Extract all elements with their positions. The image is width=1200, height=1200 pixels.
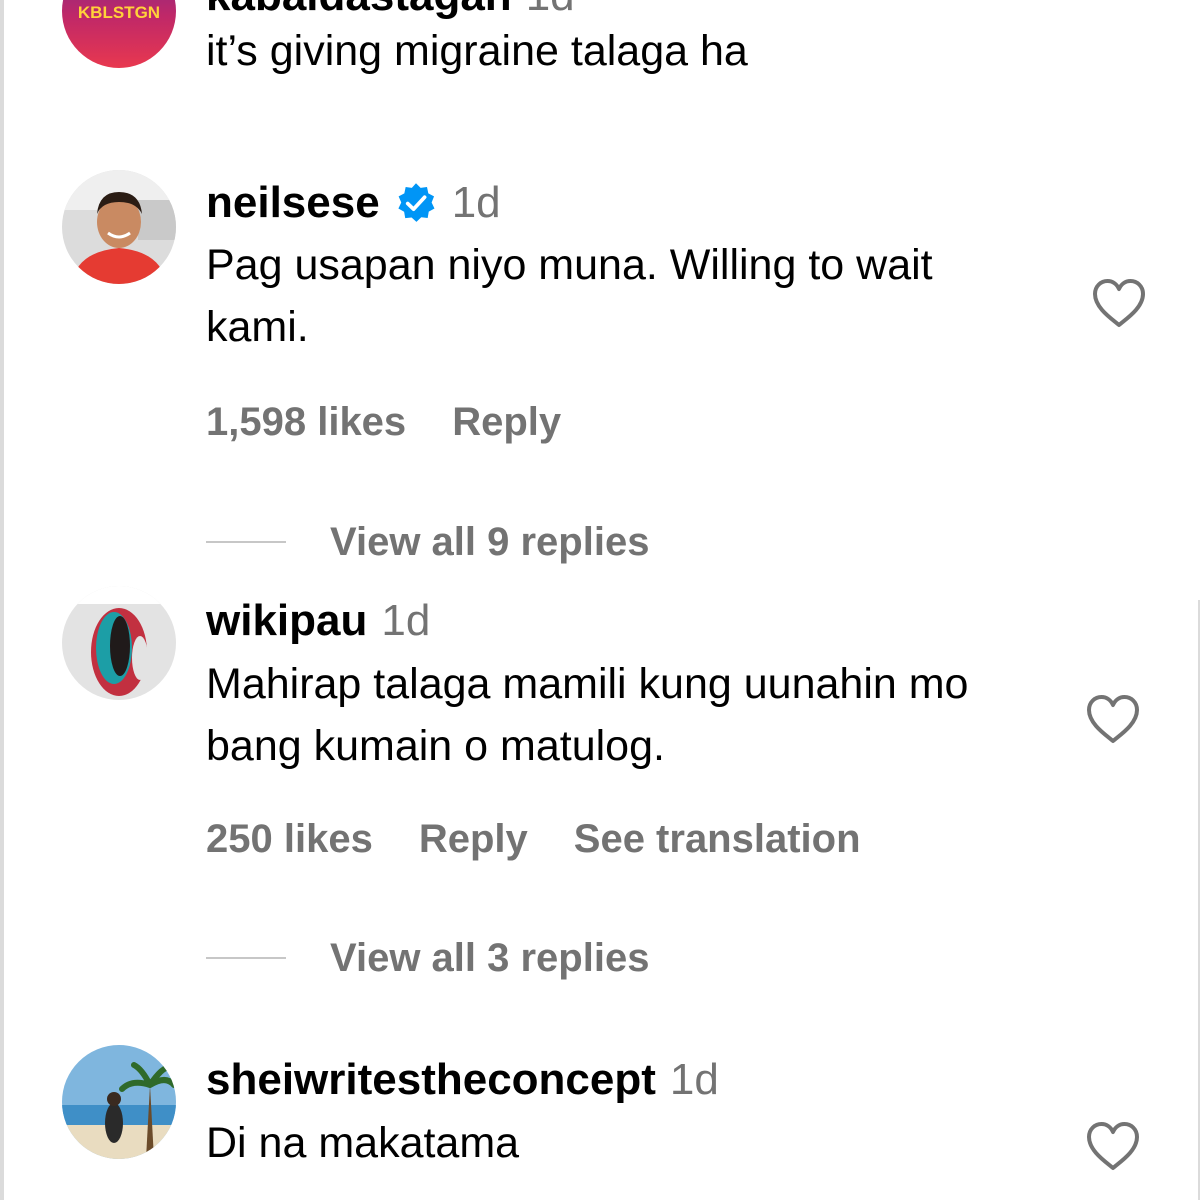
heart-outline-icon[interactable] xyxy=(1084,692,1142,746)
avatar-logo-text: KBLSTGN xyxy=(78,3,160,22)
avatar[interactable] xyxy=(62,586,176,700)
comment-header: kabaldastagan 1d xyxy=(206,0,575,18)
verified-badge-icon xyxy=(394,181,438,225)
heart-outline-icon[interactable] xyxy=(1084,1119,1142,1173)
comment-actions: 250 likes Reply See translation xyxy=(206,819,907,859)
comment-text: Di na makatama xyxy=(206,1119,520,1167)
panel-left-border xyxy=(0,0,4,1200)
likes-count[interactable]: 1,598 likes xyxy=(206,402,406,442)
comment-actions: 1,598 likes Reply xyxy=(206,402,607,442)
heart-outline-icon[interactable] xyxy=(1090,276,1148,330)
replies-divider-line xyxy=(206,541,286,543)
comment-text: it’s giving migraine talaga ha xyxy=(206,27,748,75)
see-translation-button[interactable]: See translation xyxy=(574,819,861,859)
view-replies-label: View all 3 replies xyxy=(330,936,650,980)
comment-text: Mahirap talaga mamili kung uunahin mo ba… xyxy=(206,660,969,770)
view-replies-button[interactable]: View all 9 replies xyxy=(206,522,649,562)
comment-header: neilsese 1d xyxy=(206,181,501,225)
username[interactable]: wikipau xyxy=(206,599,367,643)
reply-button[interactable]: Reply xyxy=(452,402,561,442)
replies-divider-line xyxy=(206,957,286,959)
avatar[interactable] xyxy=(62,170,176,284)
username[interactable]: neilsese xyxy=(206,181,380,225)
comment-header: wikipau 1d xyxy=(206,599,430,643)
timestamp[interactable]: 1d xyxy=(670,1058,719,1102)
avatar[interactable] xyxy=(62,1045,176,1159)
timestamp[interactable]: 1d xyxy=(381,599,430,643)
timestamp[interactable]: 1d xyxy=(526,0,575,18)
view-replies-button[interactable]: View all 3 replies xyxy=(206,938,649,978)
reply-button[interactable]: Reply xyxy=(419,819,528,859)
avatar[interactable]: KBLSTGN xyxy=(62,0,176,68)
likes-count[interactable]: 250 likes xyxy=(206,819,373,859)
view-replies-label: View all 9 replies xyxy=(330,520,650,564)
username[interactable]: sheiwritestheconcept xyxy=(206,1058,656,1102)
username[interactable]: kabaldastagan xyxy=(206,0,512,18)
comment-text: Pag usapan niyo muna. Willing to wait ka… xyxy=(206,241,933,351)
timestamp[interactable]: 1d xyxy=(452,181,501,225)
comment-header: sheiwritestheconcept 1d xyxy=(206,1058,719,1102)
